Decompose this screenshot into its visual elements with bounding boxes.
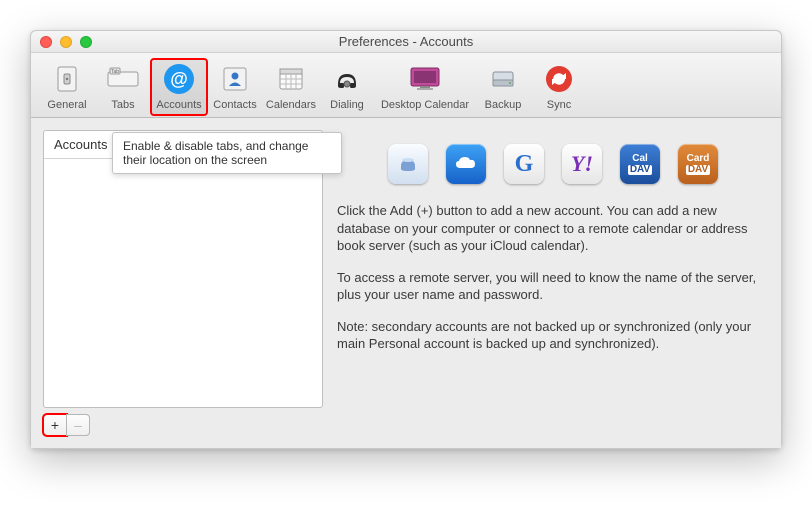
remove-account-button[interactable]: – [66, 414, 90, 436]
contacts-icon [217, 61, 253, 97]
info-paragraph: To access a remote server, you will need… [337, 269, 769, 304]
accounts-list-body [44, 159, 322, 407]
caldav-label: Cal DAV [628, 154, 652, 175]
toolbar-item-tabs[interactable]: Tab Tabs [95, 59, 151, 115]
accounts-icon: @ [161, 61, 197, 97]
accounts-sidebar: Accounts Enable & disable tabs, and chan… [43, 130, 323, 436]
toolbar-label: Dialing [330, 99, 364, 111]
content-area: Accounts Enable & disable tabs, and chan… [31, 118, 781, 448]
toolbar-item-contacts[interactable]: Contacts [207, 59, 263, 115]
toolbar-label: Desktop Calendar [381, 99, 469, 111]
window-title: Preferences - Accounts [31, 34, 781, 49]
toolbar-item-calendars[interactable]: Calendars [263, 59, 319, 115]
service-yahoo-icon[interactable]: Y! [562, 144, 602, 184]
toolbar-label: Tabs [111, 99, 134, 111]
titlebar: Preferences - Accounts [31, 31, 781, 53]
list-controls: + – [43, 414, 323, 436]
toolbar-item-general[interactable]: General [39, 59, 95, 115]
toolbar: General Tab Tabs @ Accounts [31, 53, 781, 118]
info-text: Click the Add (+) button to add a new ac… [337, 202, 769, 367]
tabs-icon: Tab [105, 61, 141, 97]
service-carddav-icon[interactable]: Card DAV [678, 144, 718, 184]
info-paragraph: Note: secondary accounts are not backed … [337, 318, 769, 353]
toolbar-label: General [47, 99, 86, 111]
toolbar-item-desktop-calendar[interactable]: Desktop Calendar [375, 59, 475, 115]
service-caldav-icon[interactable]: Cal DAV [620, 144, 660, 184]
toolbar-item-backup[interactable]: Backup [475, 59, 531, 115]
details-panel: G Y! Cal DAV Card DAV Click the Add (+) … [337, 130, 769, 436]
toolbar-label: Accounts [156, 99, 201, 111]
service-apple-icon[interactable] [388, 144, 428, 184]
info-paragraph: Click the Add (+) button to add a new ac… [337, 202, 769, 255]
toolbar-item-dialing[interactable]: Dialing [319, 59, 375, 115]
sync-icon [541, 61, 577, 97]
service-google-icon[interactable]: G [504, 144, 544, 184]
service-icloud-icon[interactable] [446, 144, 486, 184]
preferences-window: Preferences - Accounts General Tab [30, 30, 782, 449]
toolbar-label: Contacts [213, 99, 256, 111]
general-icon [49, 61, 85, 97]
service-icons-row: G Y! Cal DAV Card DAV [337, 130, 769, 202]
add-account-button[interactable]: + [43, 414, 67, 436]
svg-text:@: @ [170, 69, 188, 89]
dialing-icon [329, 61, 365, 97]
toolbar-label: Sync [547, 99, 571, 111]
toolbar-item-sync[interactable]: Sync [531, 59, 587, 115]
carddav-label: Card DAV [686, 154, 710, 175]
svg-text:Tab: Tab [111, 69, 119, 75]
desktop-calendar-icon [407, 61, 443, 97]
toolbar-label: Calendars [266, 99, 316, 111]
backup-icon [485, 61, 521, 97]
accounts-list[interactable]: Accounts Enable & disable tabs, and chan… [43, 130, 323, 408]
tooltip: Enable & disable tabs, and change their … [112, 132, 342, 174]
minus-icon: – [74, 417, 82, 433]
toolbar-label: Backup [485, 99, 522, 111]
calendars-icon [273, 61, 309, 97]
plus-icon: + [51, 417, 59, 433]
toolbar-item-accounts[interactable]: @ Accounts [151, 59, 207, 115]
